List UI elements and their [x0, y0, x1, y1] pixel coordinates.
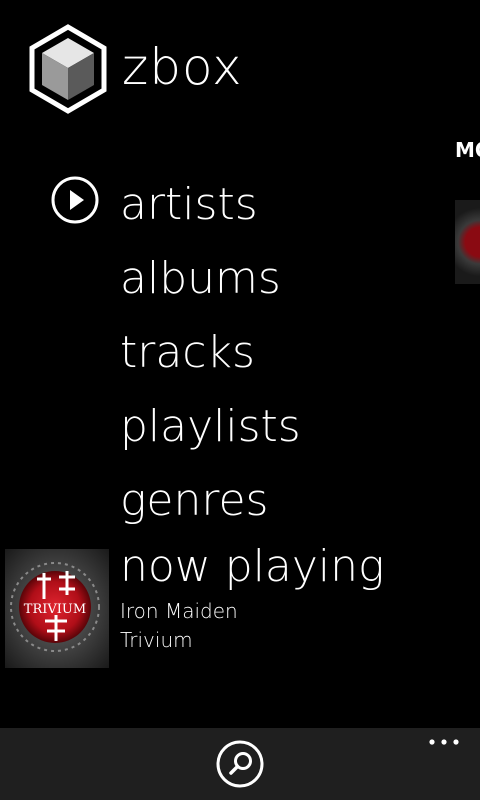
menu-item-tracks[interactable]: tracks	[120, 316, 301, 390]
menu-item-playlists[interactable]: playlists	[120, 390, 301, 464]
peek-section-label[interactable]: MO	[455, 138, 480, 162]
play-icon[interactable]	[50, 175, 100, 225]
album-art-text: TRIVIUM	[24, 602, 86, 617]
app-name: zbox	[122, 38, 243, 96]
now-playing-title[interactable]: now playing	[120, 538, 384, 596]
search-icon[interactable]	[216, 740, 264, 788]
menu-item-artists[interactable]: artists	[120, 168, 301, 242]
peek-album-art[interactable]	[455, 200, 480, 284]
menu-item-albums[interactable]: albums	[120, 242, 301, 316]
now-playing-album-art[interactable]: TRIVIUM	[5, 549, 109, 668]
now-playing-artist: Iron Maiden	[120, 599, 238, 623]
application-bar	[0, 728, 480, 800]
hexagon-cube-logo-icon	[29, 24, 107, 114]
more-dots-icon[interactable]	[424, 732, 464, 756]
library-menu: artists albums tracks playlists genres	[120, 168, 301, 538]
menu-item-genres[interactable]: genres	[120, 464, 301, 538]
app-logo: zbox	[28, 24, 243, 114]
now-playing-track: Trivium	[120, 628, 193, 652]
